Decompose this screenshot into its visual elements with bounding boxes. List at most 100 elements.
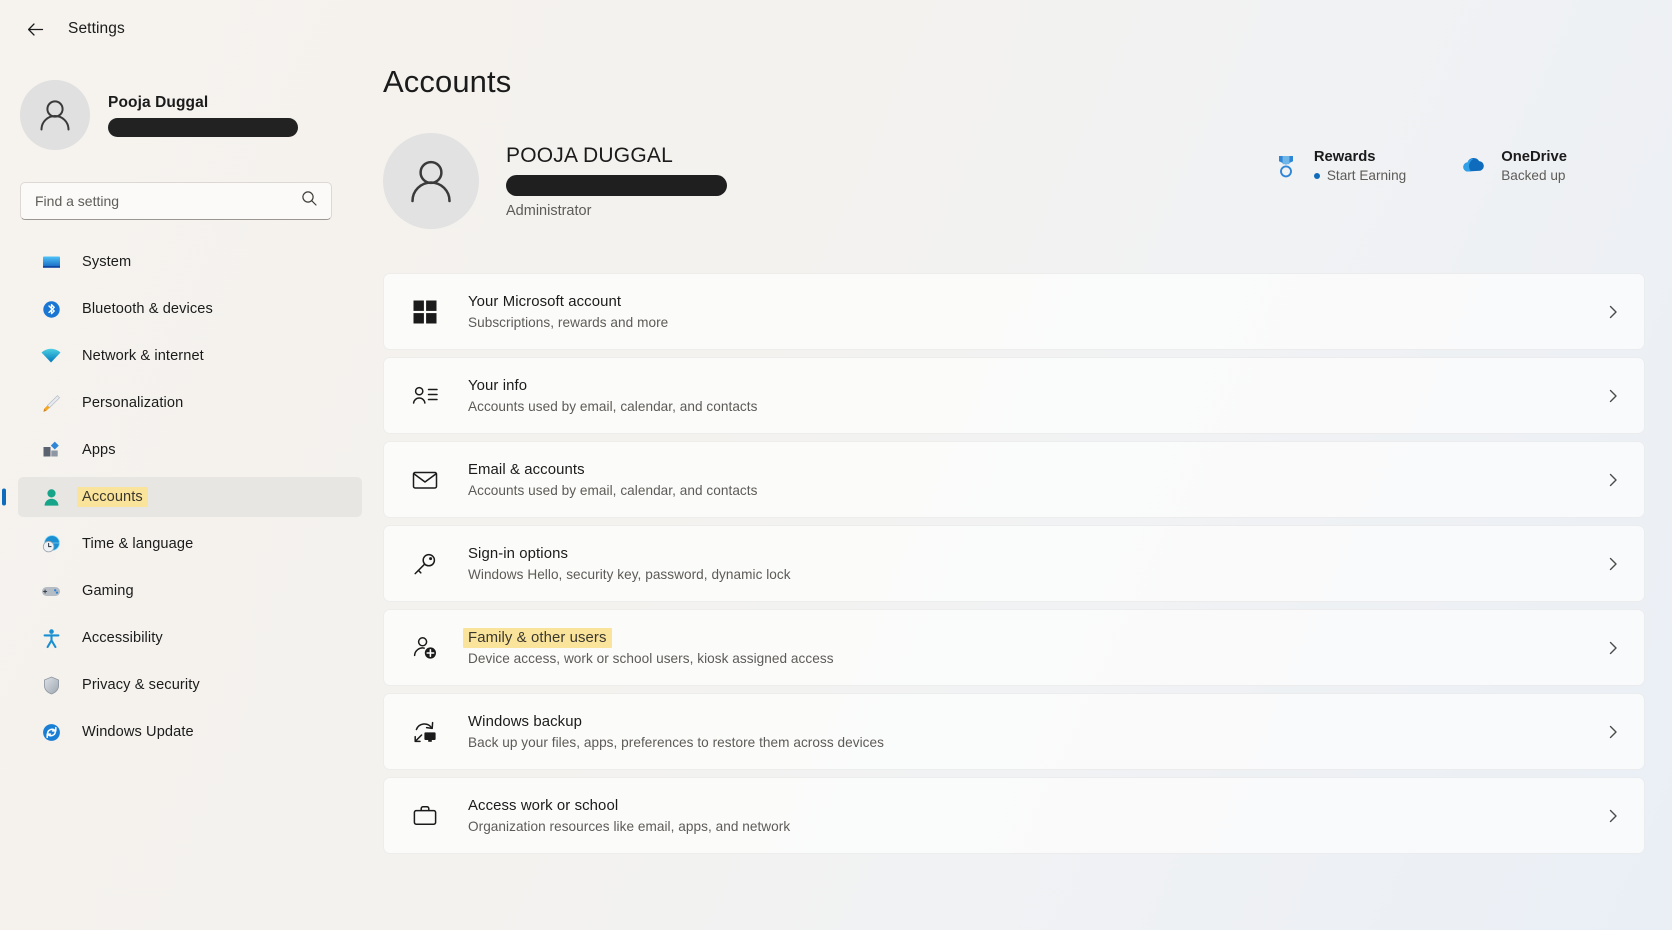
avatar	[383, 133, 479, 229]
profile-name: POOJA DUGGAL	[506, 143, 673, 167]
search-input[interactable]	[35, 193, 317, 209]
chevron-right-icon[interactable]	[1604, 471, 1622, 489]
card-access-work-or-school[interactable]: Access work or school Organization resou…	[383, 777, 1645, 854]
window-title: Settings	[68, 20, 125, 37]
rewards-widget[interactable]: Rewards Start Earning	[1271, 149, 1406, 183]
sidebar-item-label: Accessibility	[82, 630, 163, 646]
card-sign-in-options[interactable]: Sign-in options Windows Hello, security …	[383, 525, 1645, 602]
main-content: Accounts POOJA DUGGAL Administrator Rewa…	[380, 0, 1672, 930]
sidebar-item-gaming[interactable]: Gaming	[18, 571, 362, 611]
chevron-right-icon[interactable]	[1604, 387, 1622, 405]
monitor-icon	[40, 251, 62, 273]
sidebar-nav: System Bluetooth & devices Network & int…	[0, 242, 380, 752]
back-button[interactable]	[18, 12, 52, 46]
rewards-status: Start Earning	[1313, 168, 1406, 183]
rewards-medal-icon	[1271, 151, 1301, 181]
chevron-right-icon[interactable]	[1604, 303, 1622, 321]
card-subtitle: Windows Hello, security key, password, d…	[468, 566, 791, 582]
card-title: Windows backup	[468, 713, 582, 730]
sidebar-item-personalization[interactable]: Personalization	[18, 383, 362, 423]
card-title: Your Microsoft account	[468, 293, 622, 310]
card-your-info[interactable]: Your info Accounts used by email, calend…	[383, 357, 1645, 434]
avatar	[20, 80, 90, 150]
sidebar-item-apps[interactable]: Apps	[18, 430, 362, 470]
sidebar-account-block[interactable]: Pooja Duggal	[0, 58, 380, 154]
card-title: Access work or school	[468, 797, 619, 814]
clock-globe-icon	[40, 533, 62, 555]
sidebar-item-label: Network & internet	[82, 348, 204, 364]
person-avatar-icon	[40, 100, 70, 131]
sidebar: Settings Pooja Duggal Find a setting Sys…	[0, 0, 380, 930]
card-subtitle: Device access, work or school users, kio…	[468, 650, 834, 666]
onedrive-cloud-icon	[1458, 151, 1488, 181]
sidebar-item-label: Bluetooth & devices	[82, 301, 213, 317]
sidebar-item-label: Windows Update	[82, 724, 194, 740]
profile-email-redacted	[506, 174, 727, 196]
card-subtitle: Subscriptions, rewards and more	[468, 314, 669, 330]
settings-window: Settings Pooja Duggal Find a setting Sys…	[0, 0, 1672, 930]
sidebar-account-email-redacted	[108, 117, 298, 137]
backup-sync-icon	[410, 717, 440, 747]
person-avatar-icon	[411, 160, 451, 203]
accessibility-icon	[40, 627, 62, 649]
chevron-right-icon[interactable]	[1604, 555, 1622, 573]
card-subtitle: Back up your files, apps, preferences to…	[468, 734, 884, 750]
person-add-icon	[410, 633, 440, 663]
onedrive-widget[interactable]: OneDrive Backed up	[1458, 149, 1567, 183]
settings-card-list: Your Microsoft account Subscriptions, re…	[383, 273, 1657, 854]
sidebar-item-accounts[interactable]: Accounts	[18, 477, 362, 517]
shield-icon	[40, 674, 62, 696]
card-subtitle: Accounts used by email, calendar, and co…	[468, 482, 758, 498]
card-email-accounts[interactable]: Email & accounts Accounts used by email,…	[383, 441, 1645, 518]
page-title: Accounts	[383, 64, 512, 99]
header-widgets: Rewards Start Earning OneDrive Backed up	[1271, 149, 1567, 183]
card-family-other-users[interactable]: Family & other users Device access, work…	[383, 609, 1645, 686]
profile-header: POOJA DUGGAL Administrator Rewards Start…	[383, 133, 1657, 229]
sidebar-item-label: Apps	[82, 442, 116, 458]
sidebar-item-label: System	[82, 254, 132, 270]
chevron-right-icon[interactable]	[1604, 723, 1622, 741]
sidebar-item-label: Personalization	[82, 395, 184, 411]
card-title: Your info	[468, 377, 528, 394]
card-title: Family & other users	[463, 627, 612, 648]
sidebar-item-system[interactable]: System	[18, 242, 362, 282]
rewards-title: Rewards	[1313, 149, 1376, 165]
search-box[interactable]	[20, 182, 332, 220]
person-details-icon	[410, 381, 440, 411]
card-title: Email & accounts	[468, 461, 585, 478]
onedrive-title: OneDrive	[1501, 149, 1567, 165]
update-icon	[40, 721, 62, 743]
card-subtitle: Accounts used by email, calendar, and co…	[468, 398, 758, 414]
search-field-wrapper	[20, 182, 332, 220]
apps-icon	[40, 439, 62, 461]
wifi-icon	[40, 345, 62, 367]
onedrive-status: Backed up	[1501, 168, 1566, 183]
card-your-microsoft-account[interactable]: Your Microsoft account Subscriptions, re…	[383, 273, 1645, 350]
title-bar: Settings	[0, 0, 380, 58]
chevron-right-icon[interactable]	[1604, 639, 1622, 657]
envelope-icon	[410, 465, 440, 495]
sidebar-account-name: Pooja Duggal	[108, 93, 209, 111]
card-windows-backup[interactable]: Windows backup Back up your files, apps,…	[383, 693, 1645, 770]
sidebar-item-time-language[interactable]: Time & language	[18, 524, 362, 564]
sidebar-item-accessibility[interactable]: Accessibility	[18, 618, 362, 658]
back-arrow-icon	[27, 22, 43, 36]
person-icon	[40, 486, 62, 508]
sidebar-item-label: Time & language	[82, 536, 194, 552]
paintbrush-icon	[40, 392, 62, 414]
key-icon	[410, 549, 440, 579]
sidebar-item-label: Accounts	[77, 487, 148, 507]
status-dot-icon	[1313, 172, 1320, 179]
sidebar-item-privacy-security[interactable]: Privacy & security	[18, 665, 362, 705]
bluetooth-icon	[40, 298, 62, 320]
microsoft-logo-icon	[410, 297, 440, 327]
card-subtitle: Organization resources like email, apps,…	[468, 818, 791, 834]
sidebar-item-windows-update[interactable]: Windows Update	[18, 712, 362, 752]
sidebar-item-label: Privacy & security	[82, 677, 200, 693]
sidebar-item-bluetooth-devices[interactable]: Bluetooth & devices	[18, 289, 362, 329]
card-title: Sign-in options	[468, 545, 569, 562]
gamepad-icon	[40, 580, 62, 602]
sidebar-item-network-internet[interactable]: Network & internet	[18, 336, 362, 376]
profile-role: Administrator	[506, 202, 592, 219]
chevron-right-icon[interactable]	[1604, 807, 1622, 825]
